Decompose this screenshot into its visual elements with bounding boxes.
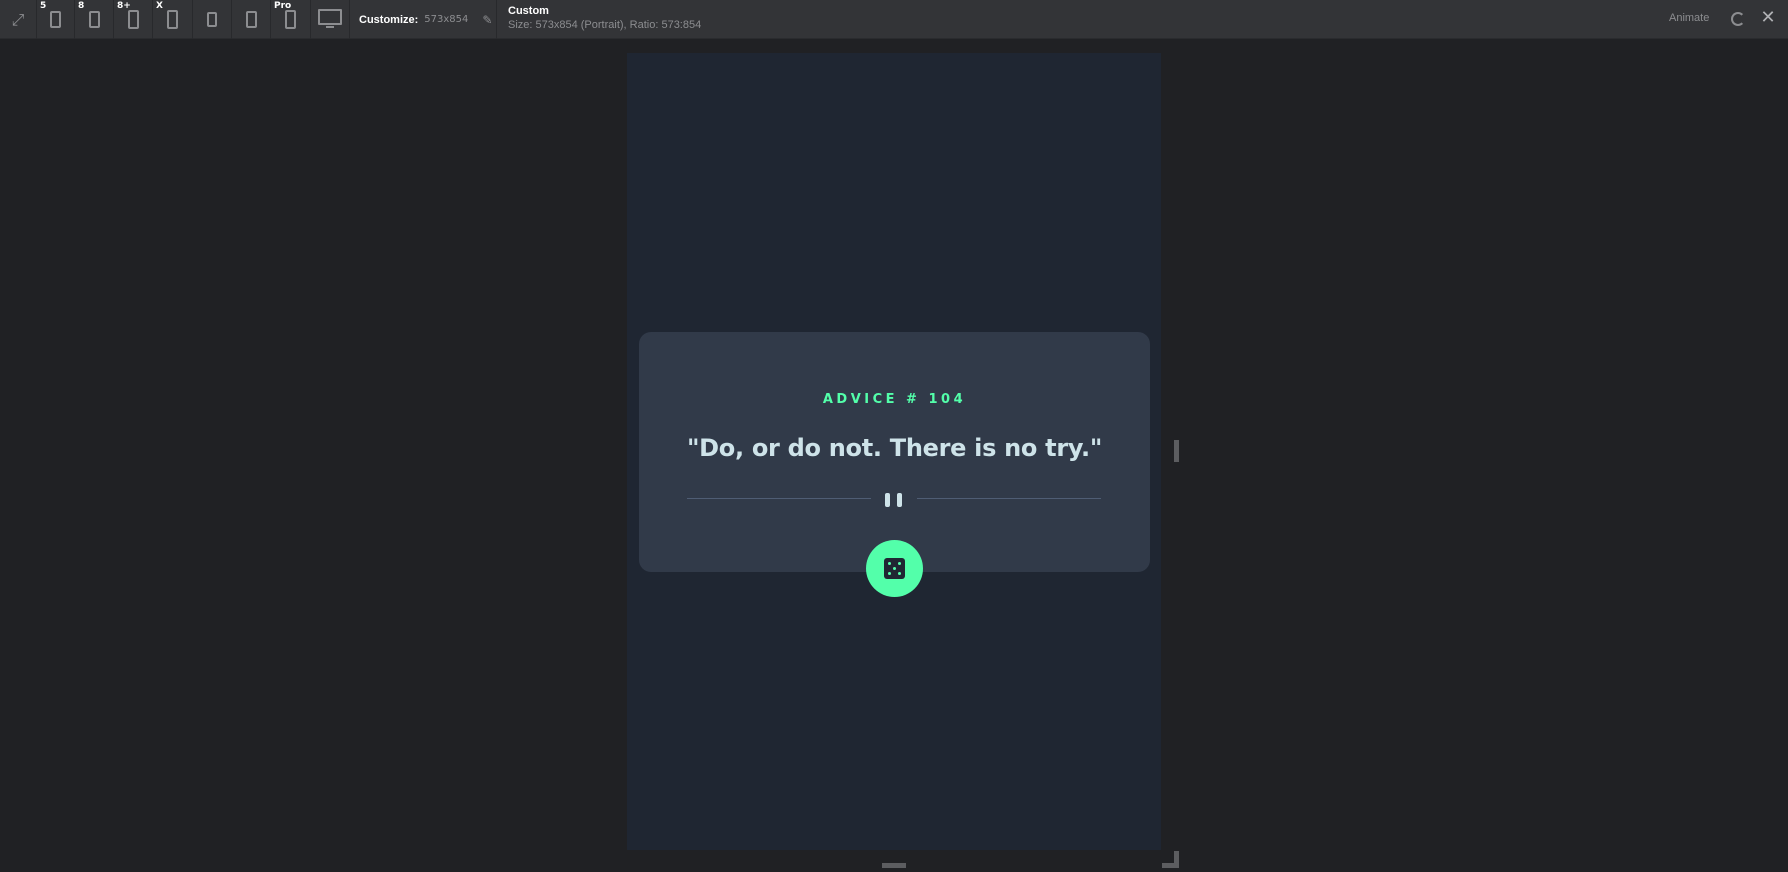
device-badge: X bbox=[156, 1, 163, 11]
customize-value: 573x854 bbox=[424, 14, 469, 25]
refresh-icon[interactable] bbox=[1731, 12, 1745, 26]
pencil-icon[interactable]: ✎ bbox=[482, 13, 492, 27]
device-badge: Pro bbox=[274, 1, 292, 11]
advice-card: ADVICE # 104 "Do, or do not. There is no… bbox=[639, 332, 1150, 597]
pause-icon bbox=[885, 493, 905, 507]
device-ipad-mini-button[interactable] bbox=[193, 0, 232, 39]
device-ipad-pro-button[interactable]: Pro bbox=[271, 0, 311, 39]
pattern-divider bbox=[687, 493, 1101, 507]
fit-screen-button[interactable]: ⤢ bbox=[0, 0, 37, 39]
device-iphone-5-button[interactable]: 5 bbox=[37, 0, 75, 39]
advice-id: ADVICE # 104 bbox=[822, 392, 967, 407]
device-iphone-x-button[interactable]: X bbox=[153, 0, 193, 39]
phone-icon bbox=[127, 10, 139, 29]
divider-line-right bbox=[917, 498, 1101, 499]
device-iphone-8-plus-button[interactable]: 8+ bbox=[114, 0, 153, 39]
tablet-icon bbox=[207, 12, 217, 27]
preset-info: Custom Size: 573x854 (Portrait), Ratio: … bbox=[508, 5, 701, 33]
preset-description: Size: 573x854 (Portrait), Ratio: 573:854 bbox=[508, 19, 702, 31]
resize-handle-right[interactable] bbox=[1174, 440, 1179, 462]
resize-handle-bottom[interactable] bbox=[882, 863, 906, 868]
resize-handle-corner[interactable] bbox=[1162, 851, 1179, 868]
expand-icon: ⤢ bbox=[11, 9, 25, 29]
preset-name: Custom bbox=[508, 5, 549, 17]
monitor-icon bbox=[318, 8, 342, 31]
device-iphone-8-button[interactable]: 8 bbox=[75, 0, 114, 39]
device-viewport: ADVICE # 104 "Do, or do not. There is no… bbox=[627, 53, 1161, 850]
device-desktop-button[interactable] bbox=[311, 0, 350, 39]
device-badge: 8 bbox=[78, 1, 85, 11]
tablet-icon bbox=[245, 11, 257, 28]
advice-quote: "Do, or do not. There is no try." bbox=[686, 434, 1103, 462]
device-badge: 5 bbox=[40, 1, 47, 11]
phone-icon bbox=[167, 10, 178, 29]
new-advice-button[interactable] bbox=[866, 540, 923, 597]
phone-icon bbox=[88, 11, 100, 28]
phone-icon bbox=[50, 11, 61, 28]
divider-line-left bbox=[687, 498, 871, 499]
customize-label: Customize: bbox=[359, 13, 419, 26]
close-icon[interactable]: ✕ bbox=[1760, 8, 1776, 28]
device-badge: 8+ bbox=[117, 1, 131, 11]
toolbar-divider bbox=[496, 0, 497, 39]
device-ipad-button[interactable] bbox=[232, 0, 271, 39]
animate-button[interactable]: Animate bbox=[1669, 12, 1709, 24]
tablet-icon bbox=[285, 10, 296, 29]
top-toolbar: ⤢ 5 8 8+ X Pro Customize: 573x854 ✎ Cust… bbox=[0, 0, 1788, 39]
dice-icon bbox=[884, 558, 905, 579]
customize-control[interactable]: Customize: 573x854 ✎ bbox=[359, 0, 492, 39]
